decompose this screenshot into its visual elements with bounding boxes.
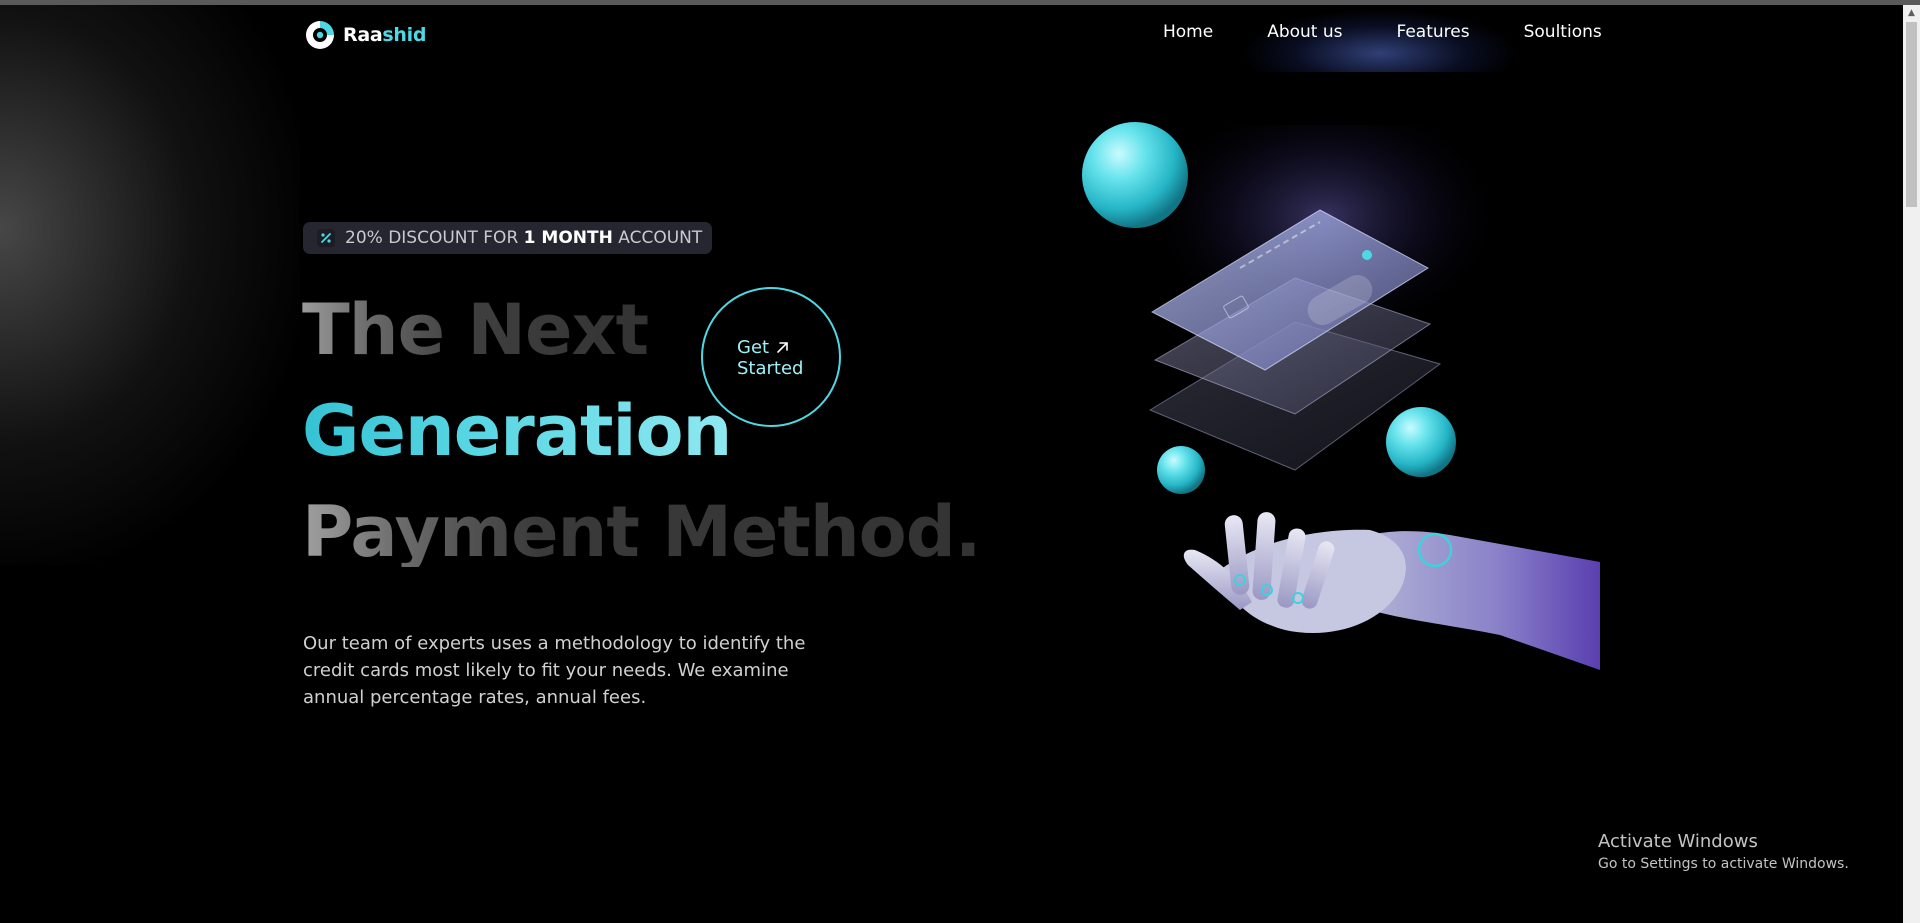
robot-hand [1183, 512, 1600, 670]
nav-item-solutions[interactable]: Soultions [1524, 22, 1602, 42]
sphere-medium [1386, 407, 1456, 477]
discount-badge-text: 20% DISCOUNT FOR 1 MONTH ACCOUNT [345, 228, 702, 248]
badge-text-suffix: ACCOUNT [612, 228, 703, 248]
nav-item-home[interactable]: Home [1163, 22, 1213, 42]
get-started-button[interactable]: Get Started [701, 287, 841, 427]
hero-title-line-3: Payment Method. [302, 491, 981, 573]
sphere-large [1082, 122, 1188, 228]
badge-text-highlight: 1 MONTH [523, 228, 613, 248]
sphere-small [1157, 446, 1205, 494]
page-scrollbar[interactable]: ▲ [1903, 5, 1920, 923]
percent-icon [317, 229, 335, 247]
activate-windows-subtitle: Go to Settings to activate Windows. [1598, 856, 1849, 872]
scrollbar-thumb[interactable] [1906, 22, 1917, 207]
arrow-up-right-icon [777, 342, 788, 353]
brand-name-part1: Raa [343, 24, 383, 46]
card-logo-mark [1362, 250, 1372, 260]
discount-badge: 20% DISCOUNT FOR 1 MONTH ACCOUNT [303, 222, 713, 254]
get-started-content: Get Started [737, 337, 803, 379]
nav-item-about-us[interactable]: About us [1267, 22, 1342, 42]
brand-name-part2: shid [382, 24, 427, 46]
activate-windows-title: Activate Windows [1598, 831, 1758, 852]
logo-icon [306, 21, 334, 49]
nav-item-features[interactable]: Features [1397, 22, 1470, 42]
get-started-label-line2: Started [737, 358, 804, 379]
hero-description: Our team of experts uses a methodology t… [303, 633, 806, 708]
get-started-label-line1: Get [737, 337, 770, 358]
scroll-up-arrow-icon[interactable]: ▲ [1903, 5, 1920, 22]
main-nav: Home About us Features Soultions [1163, 22, 1602, 42]
activate-windows-watermark: Activate Windows Go to Settings to activ… [1598, 831, 1849, 872]
background-glow-left [0, 5, 300, 565]
brand-logo[interactable]: Raashid [303, 18, 426, 52]
brand-name: Raashid [343, 24, 426, 46]
hero-title-line-2: Generation [302, 390, 732, 472]
hero-illustration [1082, 122, 1600, 670]
hero-title-line-1: The Next [302, 289, 649, 371]
get-started-row: Get [737, 337, 803, 358]
badge-text-prefix: 20% DISCOUNT FOR [345, 228, 524, 248]
